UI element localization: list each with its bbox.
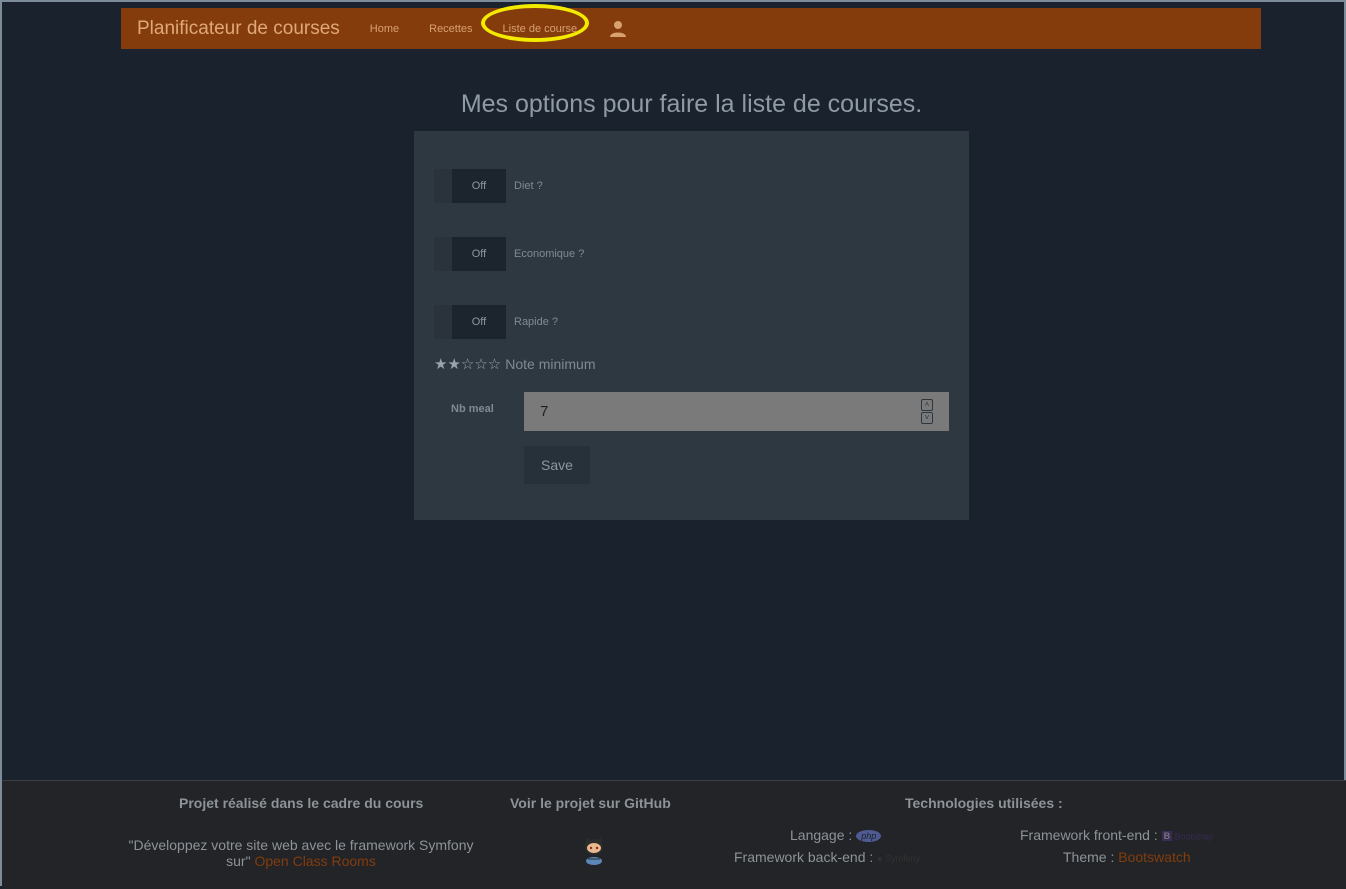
theme-label: Theme : [1063, 849, 1115, 865]
rating-label: Note minimum [505, 356, 596, 372]
footer-tech-title: Technologies utilisées : [905, 795, 1063, 811]
php-logo: php [856, 830, 882, 843]
footer-backend: Framework back-end : ● Symfony [734, 849, 920, 865]
github-octocat-icon[interactable] [582, 837, 606, 867]
symfony-logo-text: Symfony [885, 853, 921, 864]
save-button[interactable]: Save [524, 446, 590, 484]
backend-label: Framework back-end : [734, 849, 874, 865]
language-label: Langage : [790, 827, 853, 843]
open-class-rooms-link[interactable]: Open Class Rooms [254, 853, 375, 869]
spin-down-icon[interactable]: ˅ [921, 412, 933, 424]
footer-course-text: "Développez votre site web avec le frame… [114, 837, 488, 869]
option-economique: Off Economique ? [434, 237, 584, 271]
economique-label: Economique ? [514, 248, 585, 260]
footer-frontend: Framework front-end : B Bootstrap [1020, 827, 1213, 843]
bootstrap-logo-text: Bootstrap [1174, 831, 1214, 842]
diet-label: Diet ? [514, 180, 543, 192]
nb-meal-input[interactable] [524, 392, 922, 431]
nav-liste-de-course-wrapper[interactable]: Liste de course [480, 3, 589, 42]
symfony-logo: ● Symfony [877, 853, 921, 864]
toggle-state: Off [452, 169, 506, 203]
toggle-state: Off [452, 237, 506, 271]
toggle-handle[interactable] [434, 169, 452, 203]
star-rating[interactable]: ★★☆☆☆ [434, 355, 501, 373]
number-spinner[interactable]: ˄ ˅ [921, 399, 933, 424]
options-panel: Off Diet ? Off Economique ? Off Rapide ?… [414, 131, 969, 520]
economique-toggle[interactable]: Off [434, 237, 506, 271]
footer-theme: Theme : Bootswatch [1063, 849, 1191, 865]
spin-up-icon[interactable]: ˄ [921, 399, 933, 411]
frontend-label: Framework front-end : [1020, 827, 1158, 843]
highlight-circle [480, 3, 589, 42]
footer-github-title: Voir le projet sur GitHub [510, 795, 671, 811]
option-diet: Off Diet ? [434, 169, 543, 203]
footer-course-title: Projet réalisé dans le cadre du cours [179, 795, 424, 811]
rapide-toggle[interactable]: Off [434, 305, 506, 339]
footer-language: Langage : php [790, 827, 882, 843]
option-rapide: Off Rapide ? [434, 305, 558, 339]
nav-home[interactable]: Home [370, 23, 399, 35]
nb-meal-label: Nb meal [451, 403, 494, 415]
brand-title[interactable]: Planificateur de courses [137, 18, 340, 40]
footer-course-line2: sur" Open Class Rooms [114, 853, 488, 869]
bootstrap-logo: B Bootstrap [1161, 831, 1214, 842]
page-title: Mes options pour faire la liste de cours… [460, 90, 923, 118]
diet-toggle[interactable]: Off [434, 169, 506, 203]
rapide-label: Rapide ? [514, 316, 559, 328]
footer-course-prefix: sur" [226, 853, 255, 869]
toggle-state: Off [452, 305, 506, 339]
rating-widget: ★★☆☆☆ Note minimum [434, 355, 596, 373]
browser-viewport: Planificateur de courses Home Recettes L… [0, 0, 1346, 889]
top-navbar: Planificateur de courses Home Recettes L… [121, 3, 1261, 49]
nb-meal-field[interactable]: ˄ ˅ [524, 392, 949, 431]
user-icon[interactable] [609, 20, 627, 38]
bootswatch-link[interactable]: Bootswatch [1118, 849, 1190, 865]
footer: Projet réalisé dans le cadre du cours "D… [2, 780, 1346, 889]
nav-recettes[interactable]: Recettes [429, 23, 472, 35]
toggle-handle[interactable] [434, 237, 452, 271]
footer-course-line1: "Développez votre site web avec le frame… [128, 837, 474, 853]
toggle-handle[interactable] [434, 305, 452, 339]
